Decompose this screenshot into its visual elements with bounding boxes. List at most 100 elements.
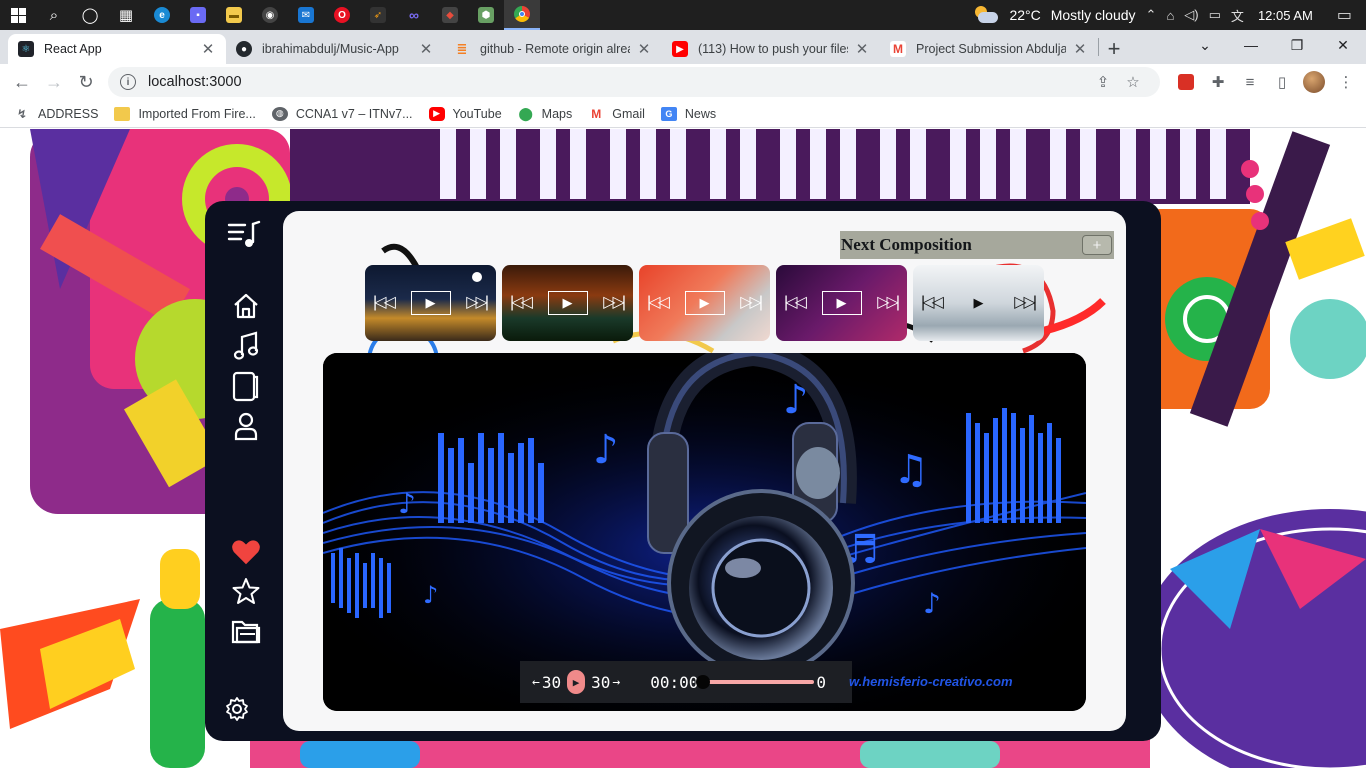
menu-icon[interactable]: ⋮ bbox=[1330, 66, 1362, 98]
close-icon[interactable]: ✕ bbox=[854, 40, 870, 58]
close-icon[interactable]: ✕ bbox=[1072, 40, 1088, 58]
globe-icon: ◍ bbox=[271, 106, 288, 121]
windows-start-icon[interactable] bbox=[0, 0, 36, 30]
add-composition-button[interactable]: + bbox=[1082, 235, 1112, 255]
music-menu-icon[interactable] bbox=[227, 219, 261, 249]
bookmark-item[interactable]: M Gmail bbox=[588, 107, 645, 121]
play-button[interactable]: ▶ bbox=[567, 670, 586, 694]
heart-icon[interactable] bbox=[231, 537, 261, 567]
weather-icon[interactable] bbox=[973, 6, 999, 24]
git-icon[interactable]: ◆ bbox=[432, 0, 468, 30]
opera-icon[interactable]: O bbox=[324, 0, 360, 30]
extensions-puzzle-icon[interactable]: ✚ bbox=[1202, 66, 1234, 98]
cortana-icon[interactable]: ◯ bbox=[72, 0, 108, 30]
composition-card[interactable]: |◁◁ ▶ ▷▷| bbox=[639, 265, 770, 341]
restore-icon[interactable]: ❐ bbox=[1274, 30, 1320, 60]
network-icon[interactable]: ⌂ bbox=[1166, 8, 1174, 23]
chrome-icon[interactable] bbox=[504, 0, 540, 30]
close-icon[interactable]: ✕ bbox=[636, 40, 652, 58]
album-icon[interactable] bbox=[231, 371, 261, 402]
previous-icon[interactable]: |◁◁ bbox=[921, 292, 944, 312]
close-window-icon[interactable]: ✕ bbox=[1320, 30, 1366, 60]
url-text[interactable]: localhost:3000 bbox=[148, 74, 242, 90]
weather-text[interactable]: Mostly cloudy bbox=[1051, 7, 1136, 23]
next-icon[interactable]: ▷▷| bbox=[466, 292, 489, 312]
next-icon[interactable]: ▷▷| bbox=[603, 292, 626, 312]
bookmark-item[interactable]: Imported From Fire... bbox=[114, 106, 256, 121]
site-info-icon[interactable]: i bbox=[120, 74, 136, 90]
previous-icon[interactable]: |◁◁ bbox=[510, 292, 533, 312]
tab-search-icon[interactable]: ⌄ bbox=[1182, 30, 1228, 60]
reload-icon[interactable]: ↻ bbox=[70, 66, 102, 98]
bookmark-item[interactable]: G News bbox=[660, 106, 716, 121]
play-icon[interactable]: ▶ bbox=[959, 291, 999, 315]
media-app-icon[interactable]: ◉ bbox=[252, 0, 288, 30]
browser-tab[interactable]: ● ibrahimabdulj/Music-App ✕ bbox=[226, 34, 444, 64]
browser-tab[interactable]: ▶ (113) How to push your files ✕ bbox=[662, 34, 880, 64]
clock[interactable]: 12:05 AM bbox=[1258, 8, 1313, 23]
folder-icon[interactable] bbox=[231, 616, 261, 646]
notification-icon[interactable]: ▭ bbox=[1337, 5, 1352, 25]
link-icon: ↯ bbox=[16, 106, 28, 121]
android-studio-icon[interactable]: ➶ bbox=[360, 0, 396, 30]
search-icon[interactable]: ⌕ bbox=[36, 0, 72, 30]
side-panel-icon[interactable]: ▯ bbox=[1266, 66, 1298, 98]
chevron-up-icon[interactable]: ⌃ bbox=[1146, 7, 1157, 23]
settings-gear-icon[interactable] bbox=[222, 694, 252, 724]
composition-card[interactable]: |◁◁ ▶ ▷▷| bbox=[913, 265, 1044, 341]
extension-icon[interactable] bbox=[1170, 66, 1202, 98]
music-note-icon[interactable] bbox=[231, 331, 261, 361]
play-icon[interactable]: ▶ bbox=[684, 291, 725, 315]
node-icon[interactable]: ⬢ bbox=[468, 0, 504, 30]
back-icon[interactable]: ← bbox=[6, 66, 38, 98]
profile-avatar[interactable] bbox=[1298, 66, 1330, 98]
file-explorer-icon[interactable]: ▬ bbox=[216, 0, 252, 30]
close-icon[interactable]: ✕ bbox=[200, 40, 216, 58]
bookmark-item[interactable]: ⬤ Maps bbox=[518, 106, 572, 121]
home-icon[interactable] bbox=[231, 291, 261, 321]
bookmark-item[interactable]: ↯ ADDRESS bbox=[14, 107, 98, 121]
browser-tab[interactable]: ⚛ React App ✕ bbox=[8, 34, 226, 64]
weather-temp[interactable]: 22°C bbox=[1009, 7, 1040, 23]
mail-icon[interactable]: ✉ bbox=[288, 0, 324, 30]
forward-icon[interactable]: → bbox=[38, 66, 70, 98]
next-icon[interactable]: ▷▷| bbox=[877, 292, 900, 312]
forward-30-button[interactable]: 30 → bbox=[591, 673, 620, 692]
language-icon[interactable]: 文 bbox=[1231, 6, 1244, 25]
rewind-30-button[interactable]: ← 30 bbox=[532, 673, 561, 692]
play-icon[interactable]: ▶ bbox=[410, 291, 451, 315]
browser-tab[interactable]: ≣ github - Remote origin alread ✕ bbox=[444, 34, 662, 64]
progress-knob[interactable] bbox=[696, 675, 711, 689]
next-icon[interactable]: ▷▷| bbox=[740, 292, 763, 312]
star-icon[interactable] bbox=[231, 576, 261, 606]
browser-tab[interactable]: M Project Submission Abduljab ✕ bbox=[880, 34, 1098, 64]
composition-card[interactable]: |◁◁ ▶ ▷▷| bbox=[365, 265, 496, 341]
previous-icon[interactable]: |◁◁ bbox=[784, 292, 807, 312]
share-icon[interactable]: ⇪ bbox=[1088, 73, 1118, 91]
bookmark-item[interactable]: ▶ YouTube bbox=[428, 106, 502, 121]
next-icon[interactable]: ▷▷| bbox=[1014, 292, 1037, 312]
edge-icon[interactable]: e bbox=[144, 0, 180, 30]
user-icon[interactable] bbox=[231, 411, 261, 441]
minimize-icon[interactable]: — bbox=[1228, 30, 1274, 60]
bookmark-star-icon[interactable]: ☆ bbox=[1118, 73, 1148, 91]
composition-card[interactable]: |◁◁ ▶ ▷▷| bbox=[502, 265, 633, 341]
address-bar[interactable]: i localhost:3000 ⇪ ☆ bbox=[108, 67, 1160, 97]
infinity-icon[interactable]: ∞ bbox=[396, 0, 432, 30]
playback-controls: ← 30 ▶ 30 → 00:00 0 bbox=[520, 661, 852, 703]
bookmark-label: Gmail bbox=[612, 106, 645, 121]
close-icon[interactable]: ✕ bbox=[418, 40, 434, 58]
previous-icon[interactable]: |◁◁ bbox=[373, 292, 396, 312]
previous-icon[interactable]: |◁◁ bbox=[647, 292, 670, 312]
volume-icon[interactable]: ◁) bbox=[1184, 7, 1198, 23]
media-control-icon[interactable]: ≡ bbox=[1234, 66, 1266, 98]
composition-card[interactable]: |◁◁ ▶ ▷▷| bbox=[776, 265, 907, 341]
display-icon[interactable]: ▭ bbox=[1209, 7, 1221, 23]
task-view-icon[interactable]: ▦ bbox=[108, 0, 144, 30]
store-icon[interactable]: ▪ bbox=[180, 0, 216, 30]
bookmark-item[interactable]: ◍ CCNA1 v7 – ITNv7... bbox=[271, 106, 413, 121]
play-icon[interactable]: ▶ bbox=[821, 291, 862, 315]
progress-slider[interactable] bbox=[696, 675, 815, 689]
new-tab-button[interactable]: + bbox=[1099, 34, 1129, 64]
play-icon[interactable]: ▶ bbox=[547, 291, 588, 315]
